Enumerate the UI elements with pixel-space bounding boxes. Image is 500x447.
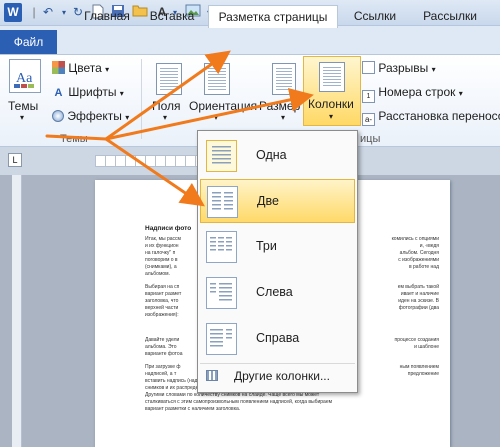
horizontal-ruler[interactable] bbox=[95, 155, 205, 167]
separator-icon: | bbox=[32, 5, 36, 19]
tab-page-layout[interactable]: Разметка страницы bbox=[208, 5, 338, 28]
themes-label[interactable]: Темы bbox=[8, 99, 38, 113]
themes-dropdown-icon[interactable]: ▾ bbox=[20, 113, 24, 122]
tab-insert[interactable]: Вставка bbox=[143, 5, 201, 28]
orientation-dropdown-icon[interactable]: ▾ bbox=[214, 113, 218, 122]
doc-line: и, «ведя bbox=[419, 243, 439, 249]
chevron-down-icon: ▾ bbox=[125, 113, 130, 122]
chevron-down-icon: ▾ bbox=[105, 65, 110, 74]
colors-icon bbox=[52, 61, 65, 74]
tab-home[interactable]: Главная bbox=[72, 5, 142, 28]
breaks-label: Разрывы bbox=[378, 61, 429, 75]
chevron-down-icon: ▾ bbox=[329, 112, 334, 121]
chevron-down-icon: ▾ bbox=[458, 89, 463, 98]
effects-button[interactable]: Эффекты ▾ bbox=[52, 109, 129, 123]
margins-icon[interactable] bbox=[156, 63, 182, 95]
menu-item-one-column[interactable]: Одна bbox=[200, 134, 355, 178]
orientation-label[interactable]: Ориентация bbox=[189, 99, 257, 113]
doc-line: в работе над bbox=[408, 264, 439, 270]
menu-item-label: Две bbox=[257, 194, 279, 208]
doc-line: Другими словами по количеству снимков на… bbox=[145, 392, 320, 398]
document-body-right: комились с опциями и, «ведя альбом. Сего… bbox=[359, 236, 439, 378]
menu-item-label: Три bbox=[256, 239, 277, 253]
menu-item-label: Одна bbox=[256, 148, 287, 162]
hyphenation-icon: a- bbox=[362, 113, 375, 126]
chevron-down-icon: ▾ bbox=[119, 89, 124, 98]
left-column-icon bbox=[206, 277, 237, 309]
line-numbers-icon: 1 bbox=[362, 90, 375, 103]
word-logo-icon[interactable]: W bbox=[4, 3, 22, 22]
size-label[interactable]: Размер bbox=[259, 99, 300, 113]
doc-line: и шаблоне bbox=[414, 344, 439, 350]
ribbon-tabs bbox=[0, 26, 500, 54]
line-numbers-button[interactable]: 1 Номера строк ▾ bbox=[362, 85, 463, 103]
doc-line: ным появлением bbox=[399, 364, 439, 370]
columns-icon bbox=[319, 62, 345, 92]
tab-selector-icon[interactable]: L bbox=[8, 153, 22, 167]
themes-group-label: Темы bbox=[60, 133, 88, 145]
menu-item-right-column[interactable]: Справа bbox=[200, 317, 355, 361]
menu-item-label: Слева bbox=[256, 285, 293, 299]
doc-line: комились с опциями bbox=[391, 236, 439, 242]
undo-dropdown-icon[interactable]: ▾ bbox=[58, 4, 70, 21]
doc-line: процессе создания bbox=[394, 337, 439, 343]
menu-item-label: Справа bbox=[256, 331, 300, 345]
orientation-icon[interactable] bbox=[204, 63, 230, 95]
fonts-button[interactable]: A Шрифты ▾ bbox=[52, 85, 124, 100]
columns-label: Колонки bbox=[308, 97, 354, 111]
doc-line: иден на эскизе. В bbox=[398, 298, 439, 304]
doc-line: фотографии (два bbox=[398, 305, 439, 311]
effects-icon bbox=[52, 110, 64, 122]
two-columns-icon bbox=[207, 186, 238, 218]
three-columns-icon bbox=[206, 231, 237, 263]
line-numbers-label: Номера строк bbox=[378, 85, 456, 99]
colors-label: Цвета bbox=[68, 61, 102, 75]
fonts-label: Шрифты bbox=[68, 85, 117, 99]
doc-line: с изображениями bbox=[398, 257, 439, 263]
tab-references[interactable]: Ссылки bbox=[345, 5, 405, 28]
margins-dropdown-icon[interactable]: ▾ bbox=[163, 113, 167, 122]
menu-item-three-columns[interactable]: Три bbox=[200, 225, 355, 269]
fonts-icon: A bbox=[54, 87, 63, 99]
right-column-icon bbox=[206, 323, 237, 355]
doc-line: альбом. Сегодня bbox=[399, 250, 439, 256]
doc-line: предложение bbox=[407, 371, 439, 377]
doc-line: ем выбрать такой bbox=[397, 284, 439, 290]
vertical-ruler bbox=[12, 175, 22, 447]
hyphenation-button[interactable]: a- Расстановка переносов bbox=[362, 109, 500, 126]
undo-icon[interactable]: ↶ bbox=[40, 4, 56, 21]
doc-line: сталкиваться с этим самопроизвольным поя… bbox=[145, 399, 333, 405]
columns-dropdown-menu: Одна Две Три Слева Справа Другие колонки… bbox=[197, 130, 358, 393]
chevron-down-icon: ▾ bbox=[431, 65, 436, 74]
columns-button[interactable]: Колонки ▾ bbox=[303, 56, 361, 126]
hyphenation-label: Расстановка переносов bbox=[378, 109, 500, 123]
more-columns-icon bbox=[206, 370, 218, 381]
more-columns-item[interactable]: Другие колонки... bbox=[200, 363, 355, 387]
menu-item-two-columns[interactable]: Две bbox=[200, 179, 355, 223]
breaks-icon bbox=[362, 61, 375, 74]
breaks-button[interactable]: Разрывы ▾ bbox=[362, 61, 436, 75]
group-separator bbox=[141, 59, 142, 139]
tab-file[interactable]: Файл bbox=[0, 30, 57, 54]
document-heading: Надписи фото bbox=[145, 225, 192, 232]
svg-text:Aa: Aa bbox=[16, 71, 33, 86]
one-column-icon bbox=[206, 140, 237, 172]
doc-line: вариант разметки с наличием заголовка. bbox=[145, 406, 241, 412]
themes-icon[interactable]: Aa bbox=[9, 59, 41, 93]
colors-button[interactable]: Цвета ▾ bbox=[52, 61, 109, 75]
size-icon[interactable] bbox=[272, 63, 296, 95]
page-setup-group-label: ицы bbox=[360, 133, 381, 145]
effects-label: Эффекты bbox=[67, 109, 122, 123]
tab-mailings[interactable]: Рассылки bbox=[410, 5, 490, 28]
ruler-ticks bbox=[96, 156, 204, 166]
doc-line: ивает и наличие bbox=[400, 291, 439, 297]
size-dropdown-icon[interactable]: ▾ bbox=[281, 113, 285, 122]
margins-label[interactable]: Поля bbox=[152, 99, 181, 113]
more-columns-label: Другие колонки... bbox=[234, 369, 330, 383]
menu-item-left-column[interactable]: Слева bbox=[200, 271, 355, 315]
